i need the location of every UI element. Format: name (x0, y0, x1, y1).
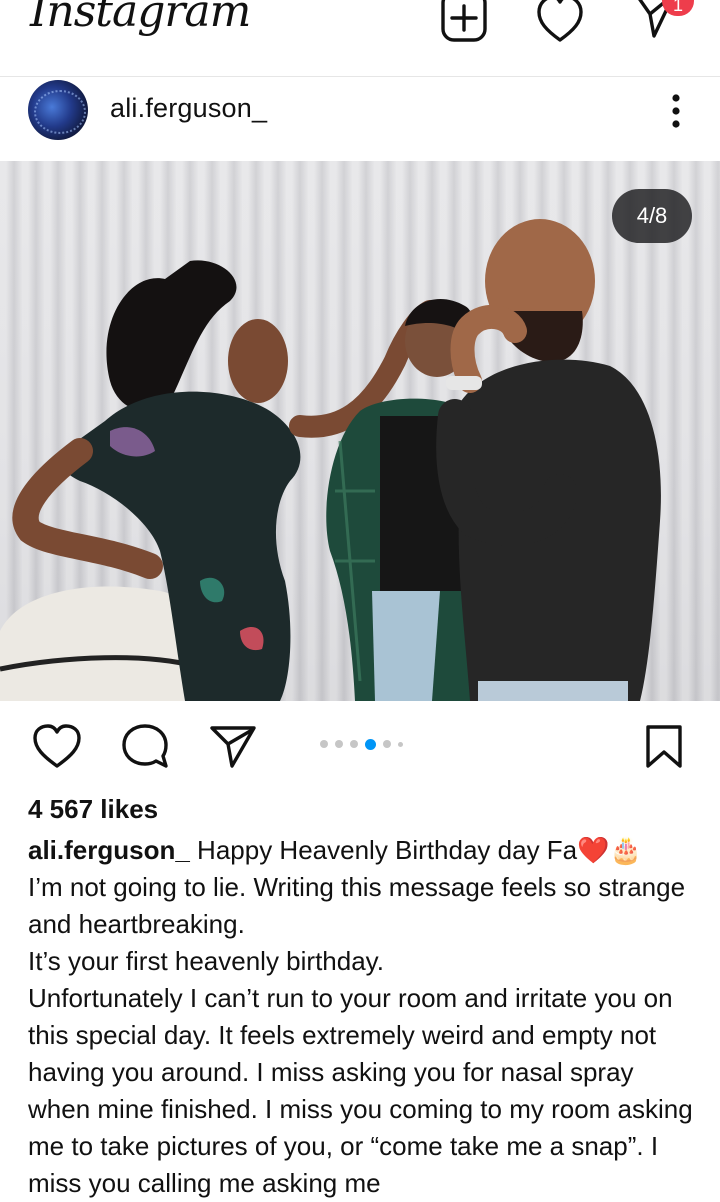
heart-outline-icon[interactable] (32, 724, 82, 770)
comment-icon[interactable] (120, 722, 170, 772)
bookmark-icon[interactable] (644, 724, 684, 770)
carousel-counter: 4/8 (612, 189, 692, 243)
carousel-dot (383, 740, 391, 748)
caption-line: ali.ferguson_ Happy Heavenly Birthday da… (28, 832, 698, 869)
carousel-dot (320, 740, 328, 748)
post-caption: ali.ferguson_ Happy Heavenly Birthday da… (28, 832, 698, 1202)
birthday-cake-emoji: 🎂 (609, 835, 642, 865)
instagram-logo[interactable]: Instagram (30, 0, 251, 37)
heart-icon[interactable] (536, 0, 584, 44)
caption-paragraph: I’m not going to lie. Writing this messa… (28, 872, 686, 939)
red-heart-emoji: ❤️ (577, 835, 610, 865)
plus-square-icon[interactable] (441, 0, 487, 44)
post-photo[interactable]: 4/8 (0, 161, 720, 701)
caption-paragraph: Unfortunately I can’t run to your room a… (28, 983, 693, 1198)
caption-username[interactable]: ali.ferguson_ (28, 835, 190, 865)
carousel-indicator (320, 738, 403, 750)
top-bar: Instagram 1 (0, 0, 720, 77)
carousel-dot (335, 740, 343, 748)
carousel-dot (398, 741, 403, 747)
post-username[interactable]: ali.ferguson_ (110, 93, 267, 124)
likes-count[interactable]: 4 567 likes (28, 794, 158, 825)
caption-first-line: Happy Heavenly Birthday day Fa (189, 835, 578, 865)
paper-plane-icon[interactable] (208, 724, 258, 770)
photo-illustration (0, 219, 661, 701)
carousel-dot (365, 738, 376, 750)
carousel-dot (350, 740, 358, 748)
avatar[interactable] (28, 80, 88, 140)
post-actions (0, 702, 720, 792)
caption-paragraph: It’s your first heavenly birthday. (28, 946, 384, 976)
more-vertical-icon[interactable] (668, 93, 684, 129)
post-header: ali.ferguson_ (0, 77, 720, 159)
